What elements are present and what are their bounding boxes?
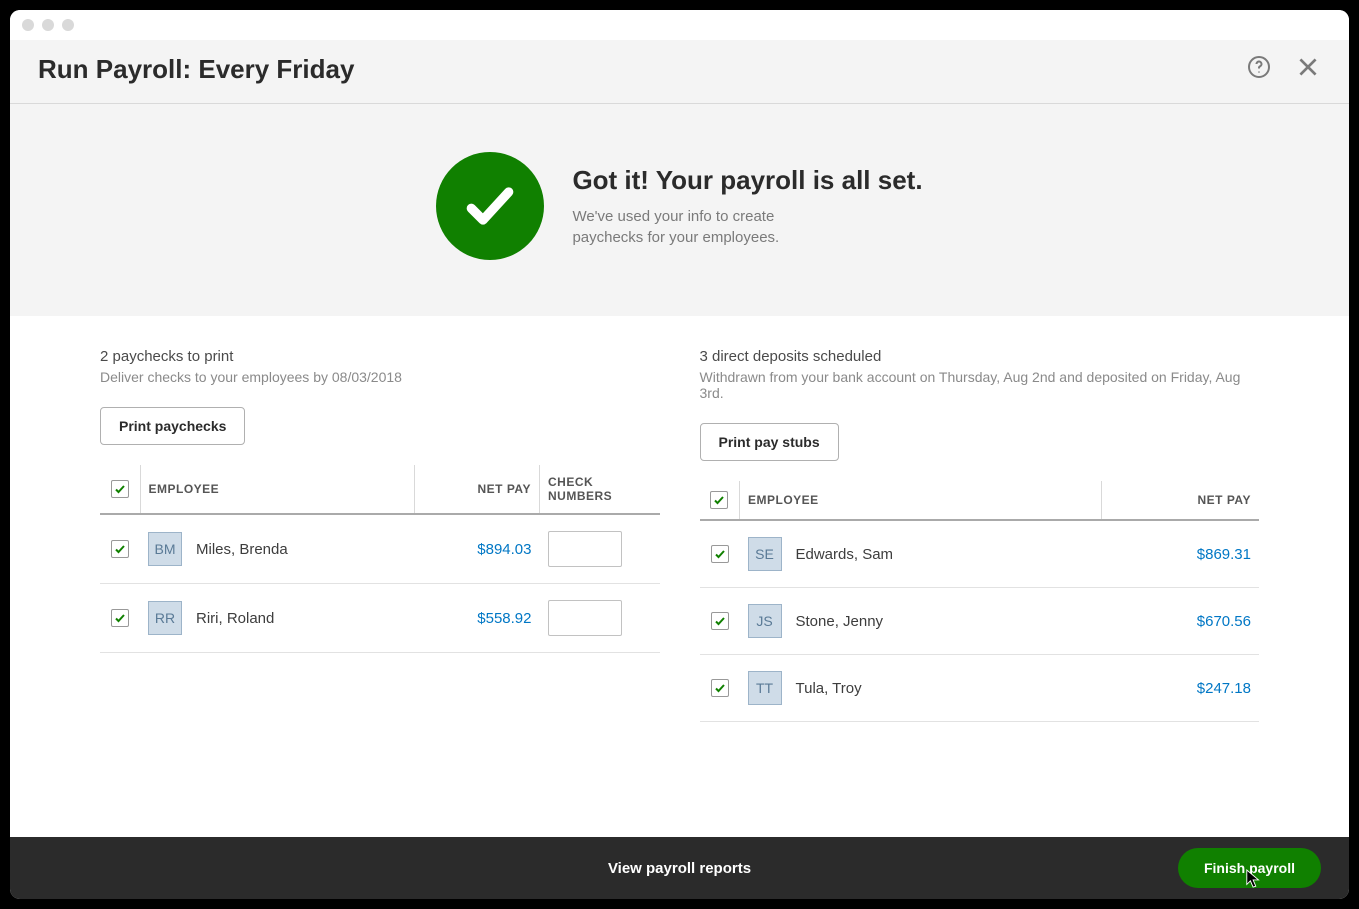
view-reports-link[interactable]: View payroll reports bbox=[608, 860, 751, 877]
paychecks-table: EMPLOYEE NET PAY CHECK NUMBERS bbox=[100, 465, 660, 653]
row-checkbox[interactable] bbox=[711, 679, 729, 697]
window-minimize-dot[interactable] bbox=[42, 19, 54, 31]
deposits-title: 3 direct deposits scheduled bbox=[700, 348, 1260, 365]
row-checkbox[interactable] bbox=[111, 609, 129, 627]
table-row: BM Miles, Brenda $894.03 bbox=[100, 514, 660, 584]
print-paystubs-button[interactable]: Print pay stubs bbox=[700, 423, 839, 461]
net-pay: $894.03 bbox=[477, 541, 531, 558]
net-pay: $869.31 bbox=[1197, 546, 1251, 563]
col-netpay: NET PAY bbox=[415, 465, 540, 514]
app-window: Run Payroll: Every Friday Got it! Your p… bbox=[10, 10, 1349, 899]
check-number-input[interactable] bbox=[548, 531, 622, 567]
window-maximize-dot[interactable] bbox=[62, 19, 74, 31]
window-close-dot[interactable] bbox=[22, 19, 34, 31]
col-employee: EMPLOYEE bbox=[740, 481, 1102, 520]
paychecks-subtitle: Deliver checks to your employees by 08/0… bbox=[100, 369, 660, 385]
employee-name: Tula, Troy bbox=[796, 680, 862, 697]
avatar: BM bbox=[148, 532, 182, 566]
page-title: Run Payroll: Every Friday bbox=[38, 54, 354, 85]
close-icon[interactable] bbox=[1295, 54, 1321, 85]
paychecks-section: 2 paychecks to print Deliver checks to y… bbox=[100, 348, 660, 817]
table-row: TT Tula, Troy $247.18 bbox=[700, 655, 1260, 722]
footer-bar: View payroll reports Finish payroll bbox=[10, 837, 1349, 899]
banner-subtitle: We've used your info to create paychecks… bbox=[572, 206, 832, 248]
employee-name: Stone, Jenny bbox=[796, 613, 884, 630]
banner-title: Got it! Your payroll is all set. bbox=[572, 165, 922, 196]
paychecks-title: 2 paychecks to print bbox=[100, 348, 660, 365]
window-titlebar bbox=[10, 10, 1349, 40]
avatar: JS bbox=[748, 604, 782, 638]
employee-name: Edwards, Sam bbox=[796, 546, 894, 563]
net-pay: $558.92 bbox=[477, 610, 531, 627]
avatar: TT bbox=[748, 671, 782, 705]
net-pay: $247.18 bbox=[1197, 680, 1251, 697]
row-checkbox[interactable] bbox=[711, 545, 729, 563]
avatar: SE bbox=[748, 537, 782, 571]
col-netpay: NET PAY bbox=[1102, 481, 1259, 520]
employee-name: Miles, Brenda bbox=[196, 541, 288, 558]
deposits-subtitle: Withdrawn from your bank account on Thur… bbox=[700, 369, 1260, 401]
employee-name: Riri, Roland bbox=[196, 610, 274, 627]
main-content: 2 paychecks to print Deliver checks to y… bbox=[10, 316, 1349, 837]
print-paychecks-button[interactable]: Print paychecks bbox=[100, 407, 245, 445]
avatar: RR bbox=[148, 601, 182, 635]
deposits-table: EMPLOYEE NET PAY SE bbox=[700, 481, 1260, 722]
page-header: Run Payroll: Every Friday bbox=[10, 40, 1349, 104]
select-all-deposits-checkbox[interactable] bbox=[710, 491, 728, 509]
table-row: RR Riri, Roland $558.92 bbox=[100, 584, 660, 653]
net-pay: $670.56 bbox=[1197, 613, 1251, 630]
help-icon[interactable] bbox=[1247, 55, 1271, 84]
check-number-input[interactable] bbox=[548, 600, 622, 636]
deposits-section: 3 direct deposits scheduled Withdrawn fr… bbox=[700, 348, 1260, 817]
row-checkbox[interactable] bbox=[711, 612, 729, 630]
table-row: JS Stone, Jenny $670.56 bbox=[700, 588, 1260, 655]
table-row: SE Edwards, Sam $869.31 bbox=[700, 520, 1260, 588]
col-employee: EMPLOYEE bbox=[140, 465, 415, 514]
row-checkbox[interactable] bbox=[111, 540, 129, 558]
finish-payroll-button[interactable]: Finish payroll bbox=[1178, 848, 1321, 888]
select-all-paychecks-checkbox[interactable] bbox=[111, 480, 129, 498]
col-checknum: CHECK NUMBERS bbox=[540, 465, 660, 514]
success-check-icon bbox=[436, 152, 544, 260]
success-banner: Got it! Your payroll is all set. We've u… bbox=[10, 104, 1349, 316]
